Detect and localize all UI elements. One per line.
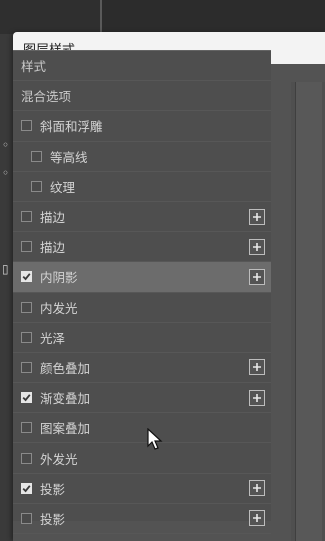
style-list-item-label: 样式 xyxy=(21,59,47,75)
plus-icon[interactable] xyxy=(249,510,265,527)
tool-icon[interactable]: ▯ xyxy=(2,262,9,276)
style-list-item-label: 光泽 xyxy=(40,330,66,346)
tool-icon[interactable]: ◦ xyxy=(2,166,9,180)
style-list-item[interactable]: 纹理 xyxy=(13,172,271,202)
plus-icon[interactable] xyxy=(249,480,265,497)
plus-icon[interactable] xyxy=(249,389,265,406)
style-list-item-label: 混合选项 xyxy=(21,89,72,105)
style-list-item[interactable]: 光泽 xyxy=(13,323,271,353)
plus-icon[interactable] xyxy=(249,208,265,225)
style-list-item-label: 内发光 xyxy=(40,300,78,316)
checkbox-icon[interactable] xyxy=(21,422,32,434)
checkbox-icon[interactable] xyxy=(21,301,32,313)
style-list-item-label: 描边 xyxy=(40,210,66,226)
style-list-item-label: 纹理 xyxy=(50,179,76,195)
checkbox-icon[interactable] xyxy=(31,180,42,192)
checkbox-icon[interactable] xyxy=(21,271,32,283)
style-list-item[interactable]: 内阴影 xyxy=(13,262,271,293)
style-list-item-label: 斜面和浮雕 xyxy=(40,119,103,135)
style-list: 样式 混合选项 斜面和浮雕 等高线 纹理 描边 描边 内阴影 内发光 光泽 颜色叠加 渐变叠加 图案叠加… xyxy=(13,50,271,534)
style-list-item[interactable]: 投影 xyxy=(13,504,271,534)
checkbox-icon[interactable] xyxy=(31,150,42,162)
settings-area xyxy=(291,82,325,541)
style-list-header-item[interactable]: 混合选项 xyxy=(13,81,271,112)
tool-icon[interactable]: ◦ xyxy=(2,138,9,152)
style-list-item-label: 描边 xyxy=(40,240,66,256)
plus-icon[interactable] xyxy=(249,268,265,285)
checkbox-icon[interactable] xyxy=(21,512,32,524)
checkbox-icon[interactable] xyxy=(21,452,32,464)
plus-icon[interactable] xyxy=(249,238,265,255)
checkbox-icon[interactable] xyxy=(21,211,32,223)
style-list-header-item[interactable]: 样式 xyxy=(13,51,271,82)
style-list-item-label: 等高线 xyxy=(50,149,88,165)
style-list-item[interactable]: 图案叠加 xyxy=(13,413,271,444)
style-list-item[interactable]: 等高线 xyxy=(13,142,271,172)
checkbox-icon[interactable] xyxy=(21,392,32,404)
style-list-item[interactable]: 描边 xyxy=(13,202,271,233)
style-list-item-label: 内阴影 xyxy=(40,270,78,286)
style-list-item[interactable]: 描边 xyxy=(13,232,271,263)
canvas-area xyxy=(100,0,325,34)
style-list-item[interactable]: 颜色叠加 xyxy=(13,353,271,384)
checkbox-icon[interactable] xyxy=(21,120,32,132)
style-list-item[interactable]: 渐变叠加 xyxy=(13,383,271,414)
style-list-item[interactable]: 内发光 xyxy=(13,293,271,323)
style-list-item[interactable]: 投影 xyxy=(13,474,271,504)
style-list-item-label: 图案叠加 xyxy=(40,421,91,437)
mouse-pointer-icon xyxy=(147,428,163,450)
style-list-item[interactable]: 斜面和浮雕 xyxy=(13,111,271,142)
style-list-item[interactable]: 外发光 xyxy=(13,443,271,474)
checkbox-icon[interactable] xyxy=(21,361,32,373)
style-list-item-label: 投影 xyxy=(40,481,66,497)
style-list-item-label: 渐变叠加 xyxy=(40,391,91,407)
checkbox-icon[interactable] xyxy=(21,482,32,494)
checkbox-icon[interactable] xyxy=(21,331,32,343)
screen: ✜ ◦ ◦ ▯ 图层样式 样式混合选项斜面和浮雕等高线纹理描边描边内阴影内发光光… xyxy=(0,0,325,541)
app-toolbar xyxy=(0,0,100,34)
style-list-item-label: 颜色叠加 xyxy=(40,360,91,376)
checkbox-icon[interactable] xyxy=(21,241,32,253)
style-list-item-label: 投影 xyxy=(40,511,66,527)
settings-panel xyxy=(295,82,322,541)
plus-icon[interactable] xyxy=(249,359,265,376)
style-list-item-label: 外发光 xyxy=(40,451,78,467)
